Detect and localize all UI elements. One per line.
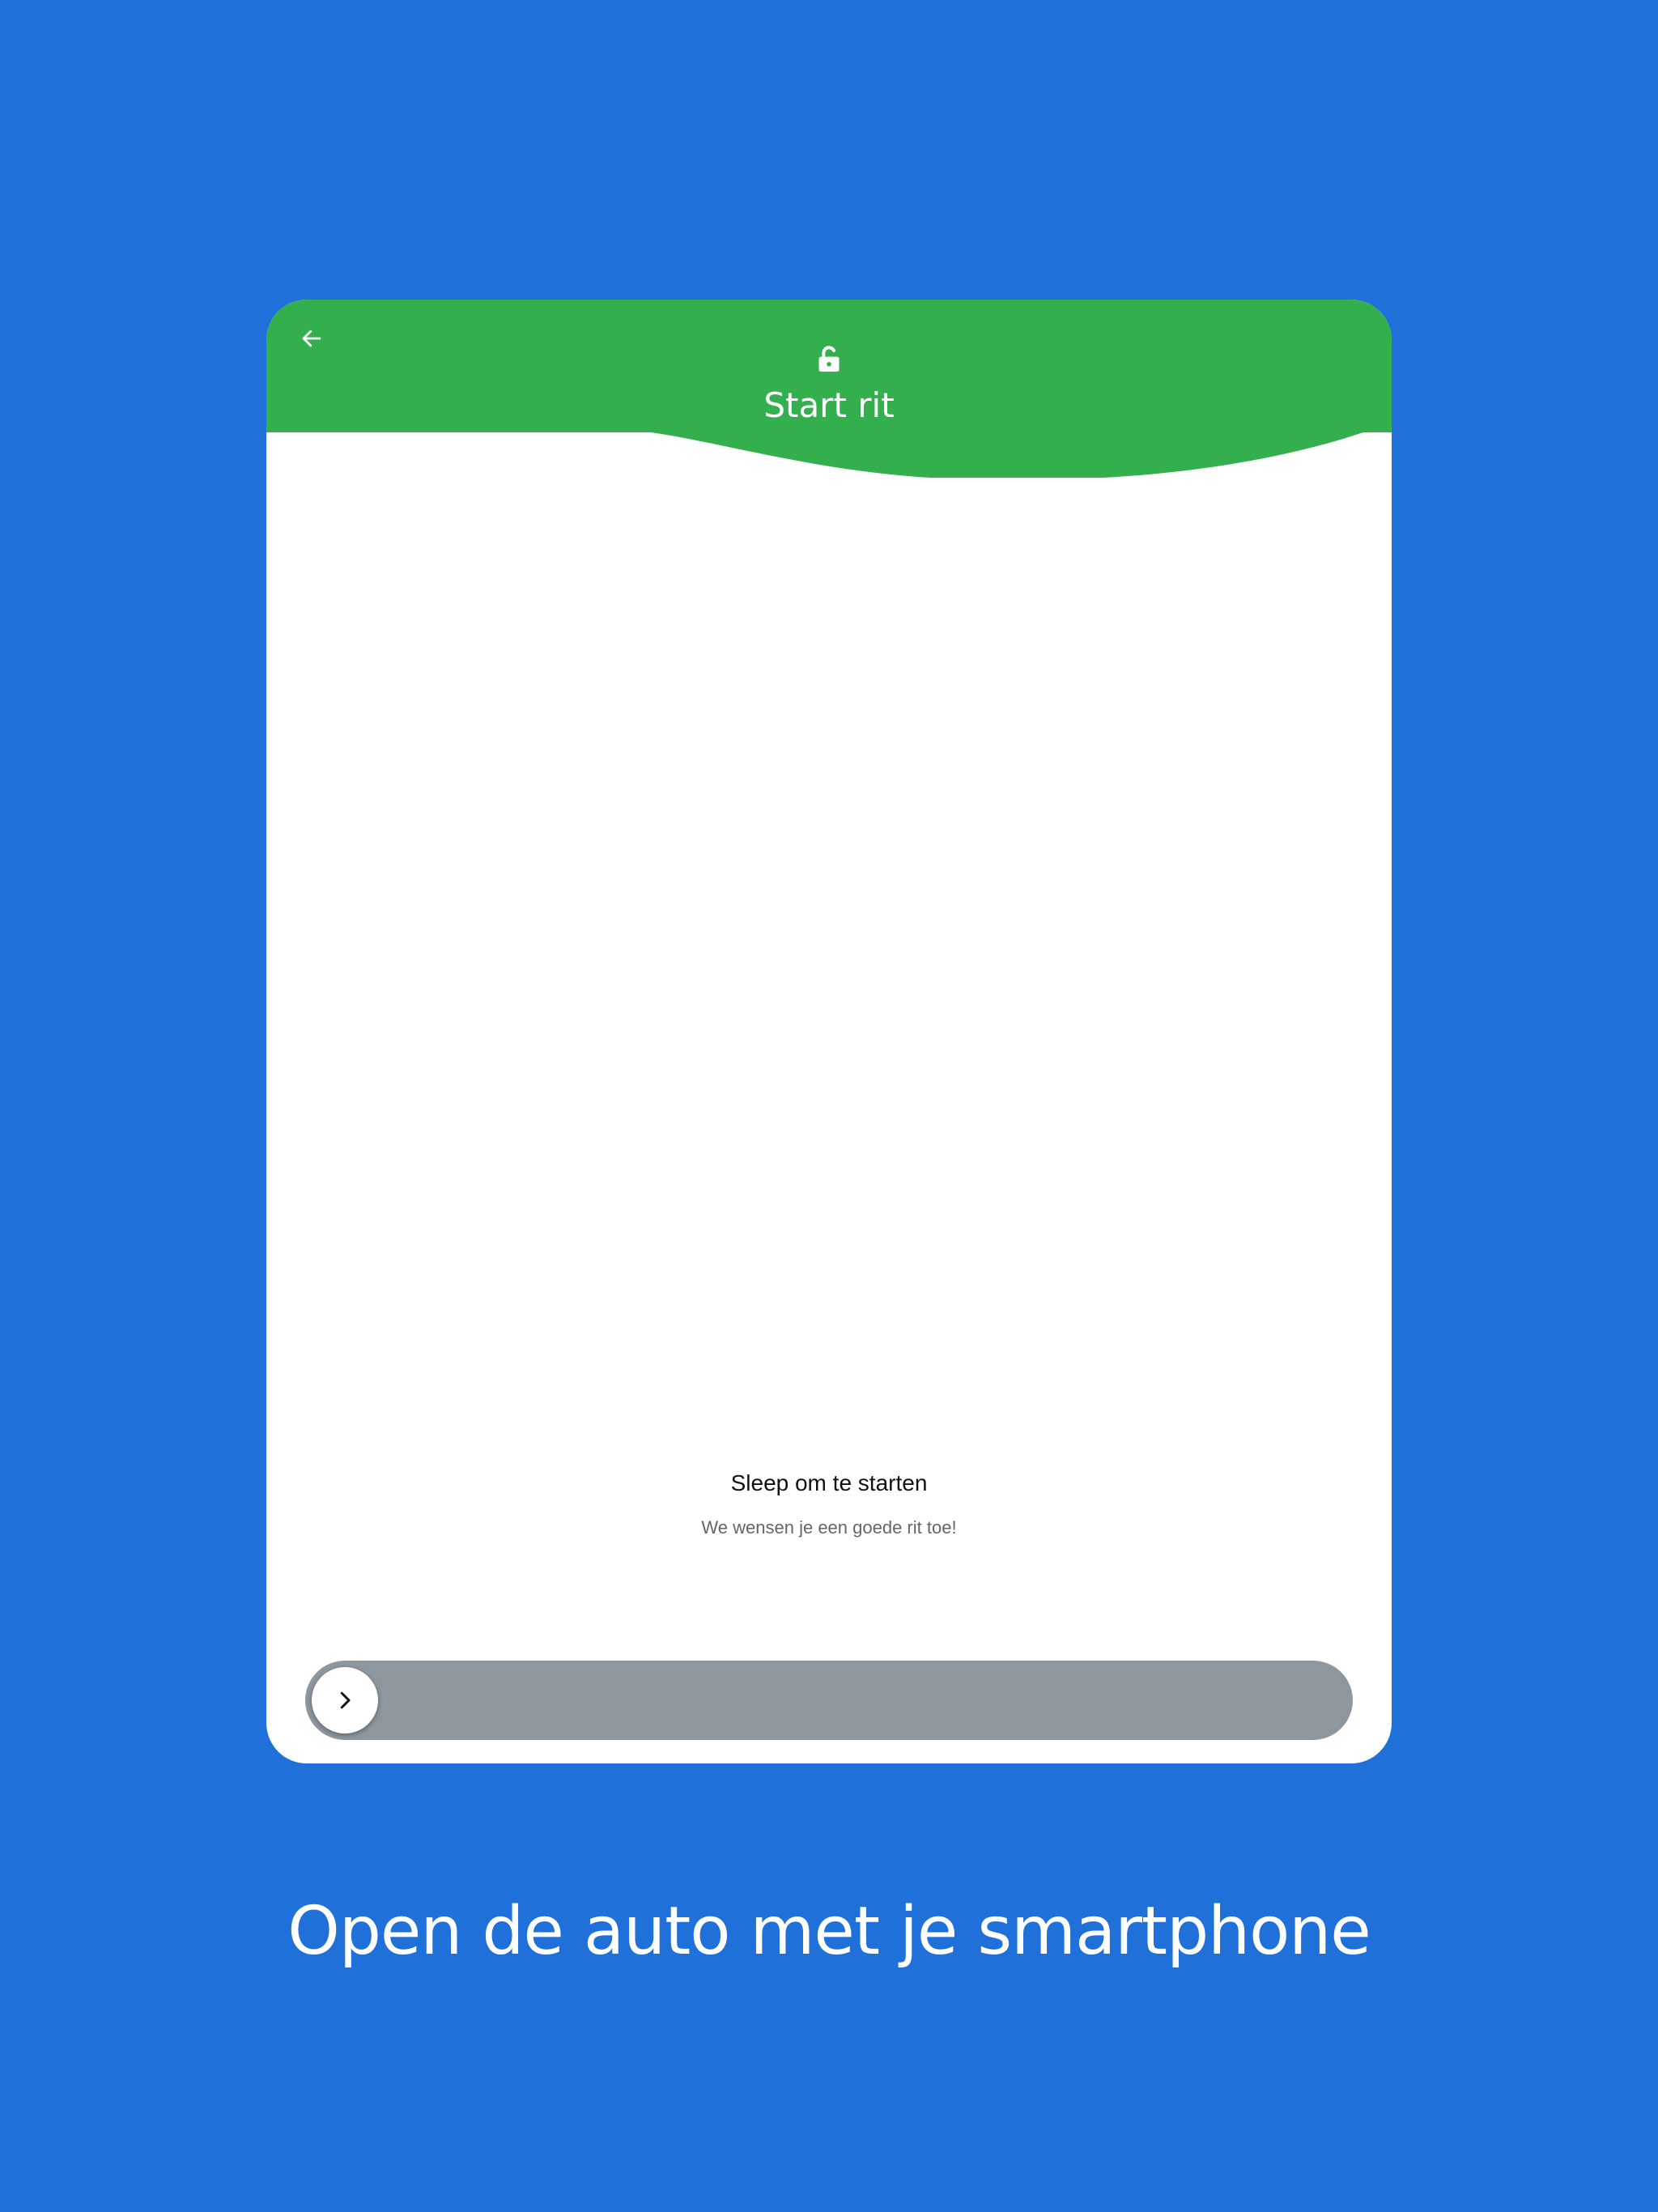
arrow-left-icon: [302, 330, 321, 347]
page-title: Start rit: [763, 385, 895, 425]
instruction-title: Sleep om te starten: [730, 1470, 928, 1495]
chevron-right-icon: [340, 1691, 351, 1709]
marketing-tagline: Open de auto met je smartphone: [287, 1893, 1371, 1970]
phone-screen-card: Start rit Sleep om te starten We wensen …: [266, 300, 1392, 1763]
back-button[interactable]: [289, 316, 334, 361]
slide-to-start-track[interactable]: [305, 1661, 1353, 1740]
lock-open-icon: [818, 346, 840, 372]
instruction-subtitle: We wensen je een goede rit toe!: [701, 1517, 957, 1538]
slide-handle[interactable]: [312, 1667, 378, 1733]
